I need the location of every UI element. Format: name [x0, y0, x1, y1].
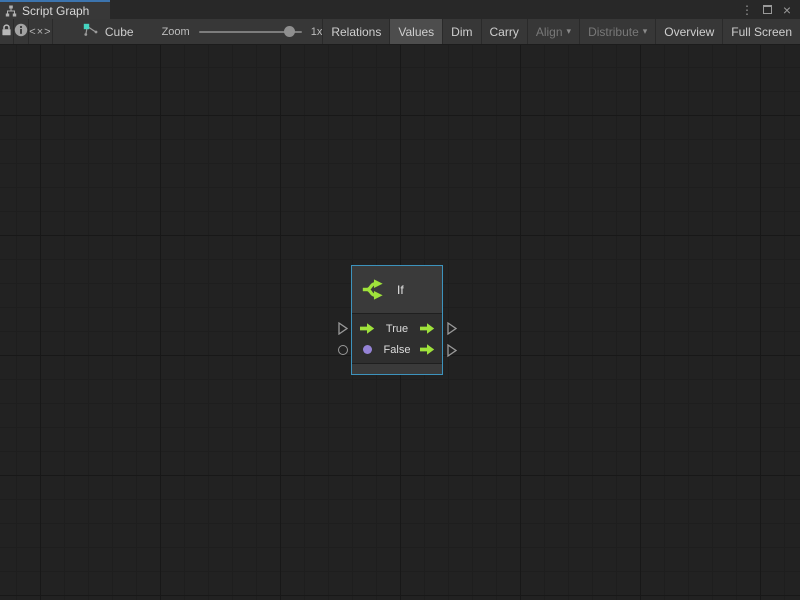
lock-icon	[0, 23, 13, 40]
zoom-label: Zoom	[162, 26, 190, 38]
dim-button[interactable]: Dim	[442, 19, 480, 44]
branch-icon	[360, 276, 387, 303]
code-icon: <×>	[29, 26, 51, 38]
script-machine-icon	[83, 23, 98, 40]
code-view-button[interactable]: <×>	[29, 19, 53, 44]
external-false-output-triangle[interactable]	[447, 344, 457, 360]
carry-button[interactable]: Carry	[481, 19, 527, 44]
info-button[interactable]	[14, 19, 29, 44]
zoom-slider-handle[interactable]	[284, 26, 295, 37]
false-port-label: False	[375, 344, 419, 356]
align-dropdown[interactable]: Align ▾	[527, 19, 579, 44]
if-node-header[interactable]: If	[352, 266, 442, 314]
info-icon	[14, 23, 28, 40]
overview-button[interactable]: Overview	[655, 19, 722, 44]
external-flow-input-triangle[interactable]	[338, 322, 348, 338]
more-menu-icon[interactable]: ⋮	[739, 2, 755, 18]
true-output-port[interactable]	[419, 323, 435, 334]
external-value-input-circle[interactable]	[338, 345, 348, 355]
zoom-slider[interactable]	[199, 19, 302, 44]
external-true-output-triangle[interactable]	[447, 322, 457, 338]
if-node-body: True False	[352, 314, 442, 362]
tab-bar: Script Graph ⋮ ×	[0, 0, 800, 19]
distribute-dropdown[interactable]: Distribute ▾	[579, 19, 655, 44]
condition-input-port[interactable]	[359, 345, 375, 354]
tab-script-graph[interactable]: Script Graph	[0, 0, 110, 19]
lock-button[interactable]	[0, 19, 14, 44]
maximize-icon[interactable]	[759, 2, 775, 18]
false-output-port[interactable]	[419, 344, 435, 355]
if-node-footer	[352, 363, 442, 374]
tab-title: Script Graph	[22, 4, 89, 18]
graph-canvas[interactable]: If True False	[0, 45, 800, 600]
close-icon[interactable]: ×	[779, 2, 795, 18]
graph-owner-button[interactable]: Cube	[77, 19, 140, 44]
graph-owner-label: Cube	[105, 25, 134, 39]
chevron-down-icon: ▾	[643, 26, 648, 37]
values-button[interactable]: Values	[389, 19, 442, 44]
zoom-value: 1x	[311, 26, 323, 38]
flow-input-port[interactable]	[359, 323, 375, 334]
if-node[interactable]: If True False	[351, 265, 443, 375]
node-title: If	[397, 283, 404, 297]
graph-toolbar: <×> Cube Zoom 1x Relations Values Dim Ca…	[0, 19, 800, 45]
chevron-down-icon: ▾	[567, 26, 572, 37]
graph-hierarchy-icon	[5, 5, 17, 17]
true-port-label: True	[375, 323, 419, 335]
zoom-control: Zoom 1x	[162, 19, 323, 44]
boolean-value-dot	[363, 345, 372, 354]
true-port-row: True	[352, 318, 442, 339]
fullscreen-button[interactable]: Full Screen	[722, 19, 800, 44]
relations-button[interactable]: Relations	[322, 19, 389, 44]
false-port-row: False	[352, 339, 442, 360]
window-controls: ⋮ ×	[739, 0, 800, 19]
